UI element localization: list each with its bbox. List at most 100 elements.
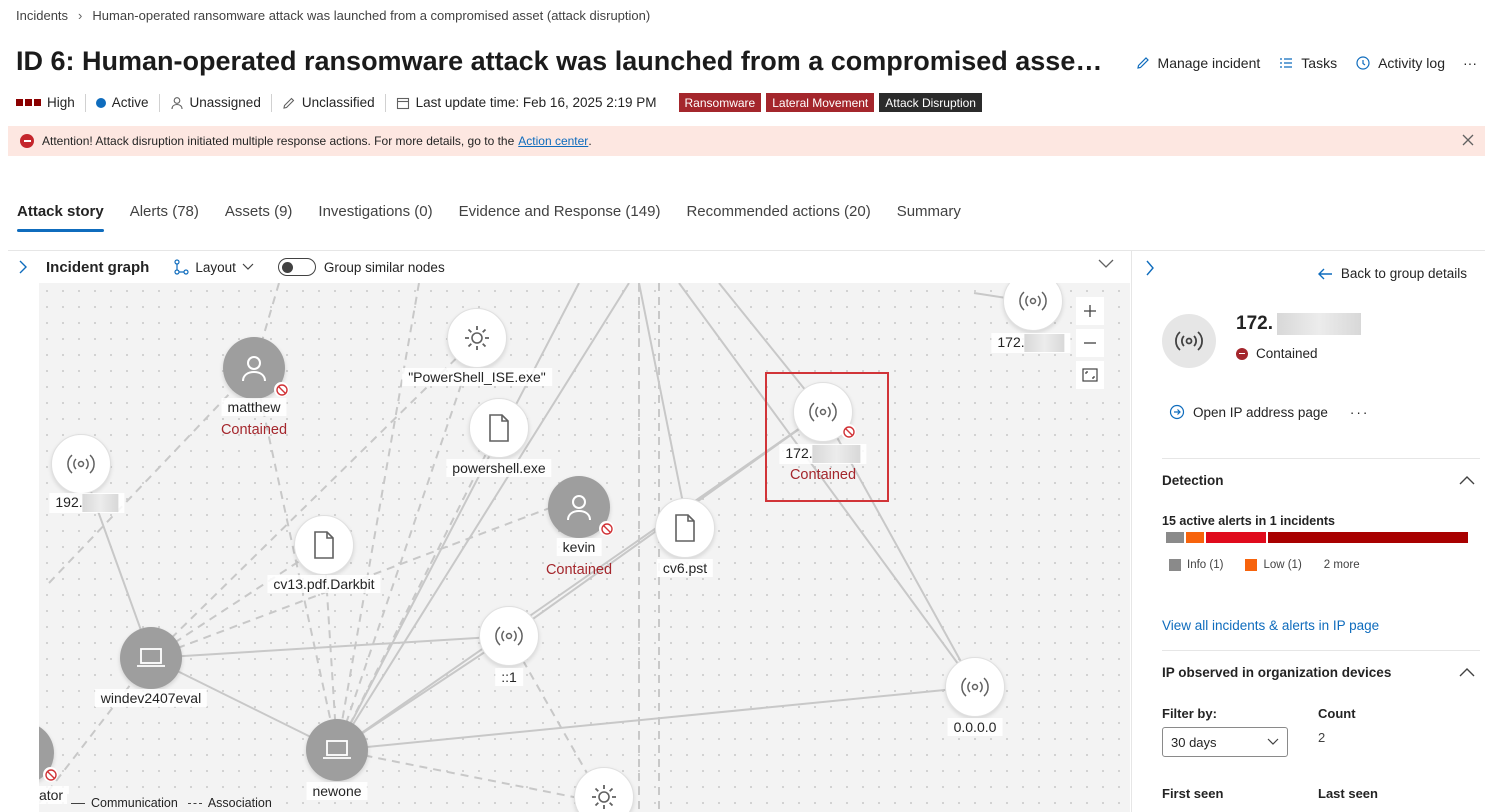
action-center-link[interactable]: Action center: [518, 134, 588, 148]
file-node-powershell[interactable]: [469, 398, 529, 458]
node-status-kevin: Contained: [545, 562, 613, 578]
graph-legend: Communication Association: [67, 794, 276, 812]
activity-log-label: Activity log: [1378, 55, 1445, 71]
redacted-block: [1024, 334, 1065, 353]
activity-log-button[interactable]: Activity log: [1355, 55, 1445, 71]
chevron-right-icon[interactable]: [1144, 259, 1156, 277]
user-node-matthew[interactable]: [223, 337, 289, 399]
zoom-in-button[interactable]: [1076, 297, 1104, 325]
more-options-button[interactable]: ···: [1350, 405, 1370, 420]
node-label-172-top: 172.: [991, 333, 1071, 354]
incident-graph-canvas[interactable]: matthew Contained "PowerShell_ISE.exe" p…: [39, 283, 1130, 812]
tab-alerts[interactable]: Alerts (78): [130, 203, 199, 232]
breadcrumb-incidents[interactable]: Incidents: [16, 8, 68, 23]
tab-bar: Attack story Alerts (78) Assets (9) Inve…: [17, 203, 961, 232]
assignee-label: Unassigned: [189, 95, 261, 110]
tab-summary[interactable]: Summary: [897, 203, 961, 232]
broadcast-icon: [1019, 291, 1047, 311]
back-label: Back to group details: [1340, 266, 1467, 281]
user-node-kevin[interactable]: [548, 476, 614, 538]
ip-address-text: 172.: [1236, 313, 1273, 334]
back-to-group-link[interactable]: Back to group details: [1317, 266, 1467, 281]
section-divider: [1162, 650, 1480, 651]
alert-bar-high: [1268, 532, 1468, 543]
close-icon[interactable]: [1461, 133, 1475, 147]
breadcrumb: Incidents › Human-operated ransomware at…: [16, 8, 650, 23]
ip-node-192[interactable]: [51, 434, 111, 494]
arrow-circle-right-icon: [1169, 404, 1185, 420]
expand-left-button[interactable]: [8, 251, 38, 283]
severity-label: High: [47, 95, 75, 110]
last-update-label: Last update time: Feb 16, 2025 2:19 PM: [415, 95, 657, 110]
legend-communication: Communication: [71, 796, 178, 810]
chevron-right-icon: [19, 260, 27, 274]
chevron-up-icon[interactable]: [1459, 475, 1475, 485]
person-icon: [567, 495, 591, 521]
tab-assets[interactable]: Assets (9): [225, 203, 293, 232]
chevron-down-icon[interactable]: [1098, 259, 1114, 269]
group-similar-toggle[interactable]: [277, 258, 316, 276]
file-icon: [675, 514, 695, 542]
detection-section-title[interactable]: Detection: [1162, 473, 1224, 488]
broadcast-icon: [1175, 331, 1203, 351]
node-label-matthew: matthew: [221, 398, 287, 416]
low-swatch: [1245, 559, 1258, 571]
last-seen-label: Last seen: [1318, 786, 1378, 801]
file-node-cv13[interactable]: [294, 515, 354, 575]
ip-node-loopback[interactable]: [479, 606, 539, 666]
node-label-newone: newone: [306, 782, 368, 800]
view-all-incidents-link[interactable]: View all incidents & alerts in IP page: [1162, 618, 1379, 633]
tab-attack-story[interactable]: Attack story: [17, 203, 104, 232]
device-node-newone[interactable]: [306, 719, 368, 781]
file-node-cv6[interactable]: [655, 498, 715, 558]
tab-evidence-response[interactable]: Evidence and Response (149): [459, 203, 661, 232]
time-range-select[interactable]: 30 days: [1162, 727, 1288, 757]
tab-investigations[interactable]: Investigations (0): [318, 203, 432, 232]
count-value: 2: [1318, 730, 1326, 745]
node-label-192-text: 192.: [55, 494, 83, 510]
tag-ransomware[interactable]: Ransomware: [678, 93, 762, 112]
tag-attack-disruption[interactable]: Attack Disruption: [879, 93, 982, 112]
legend-more[interactable]: 2 more: [1324, 559, 1360, 571]
ip-avatar: [1162, 314, 1216, 368]
observed-section-title[interactable]: IP observed in organization devices: [1162, 665, 1391, 680]
node-label-172-top-text: 172.: [997, 334, 1025, 350]
node-label-kevin: kevin: [556, 538, 602, 556]
manage-incident-button[interactable]: Manage incident: [1135, 55, 1260, 71]
breadcrumb-separator-icon: ›: [78, 8, 83, 23]
tab-recommended-actions[interactable]: Recommended actions (20): [686, 203, 870, 232]
ip-node-zeros[interactable]: [945, 657, 1005, 717]
tag-list: Ransomware Lateral Movement Attack Disru…: [678, 93, 982, 112]
page-title: ID 6: Human-operated ransomware attack w…: [16, 46, 1103, 76]
zoom-out-button[interactable]: [1076, 329, 1104, 357]
title-actions: Manage incident Tasks Activity log ···: [1135, 55, 1477, 71]
process-node-powershell-ise[interactable]: [447, 308, 507, 368]
fit-screen-icon: [1082, 368, 1098, 382]
alert-bar-info: [1166, 532, 1184, 543]
last-update-item: Last update time: Feb 16, 2025 2:19 PM: [384, 93, 667, 112]
solid-line-icon: [71, 803, 85, 805]
more-actions-button[interactable]: ···: [1463, 55, 1477, 71]
legend-association-label: Association: [207, 796, 272, 810]
person-icon: [170, 96, 183, 109]
fit-to-screen-button[interactable]: [1076, 361, 1104, 389]
tag-lateral-movement[interactable]: Lateral Movement: [766, 93, 875, 112]
laptop-icon: [137, 648, 165, 667]
ip-details-panel: Back to group details 172. Contained Ope…: [1131, 251, 1501, 812]
legend-communication-label: Communication: [91, 796, 178, 810]
alert-severity-bar: [1166, 532, 1470, 543]
graph-title: Incident graph: [46, 258, 150, 276]
group-similar-label: Group similar nodes: [323, 259, 445, 275]
open-ip-page-button[interactable]: Open IP address page ···: [1169, 404, 1369, 420]
banner-period: .: [588, 134, 592, 148]
legend-low: Low (1): [1263, 559, 1302, 571]
layout-dropdown[interactable]: Layout: [173, 259, 254, 275]
node-label-192: 192.: [49, 493, 125, 514]
node-label-windev: windev2407eval: [94, 689, 208, 707]
filter-label: Filter by:: [1162, 706, 1217, 721]
tasks-label: Tasks: [1301, 55, 1338, 71]
chevron-up-icon[interactable]: [1459, 667, 1475, 677]
device-node-windev[interactable]: [120, 627, 182, 689]
tasks-button[interactable]: Tasks: [1278, 55, 1337, 71]
blocked-icon: [274, 382, 289, 397]
